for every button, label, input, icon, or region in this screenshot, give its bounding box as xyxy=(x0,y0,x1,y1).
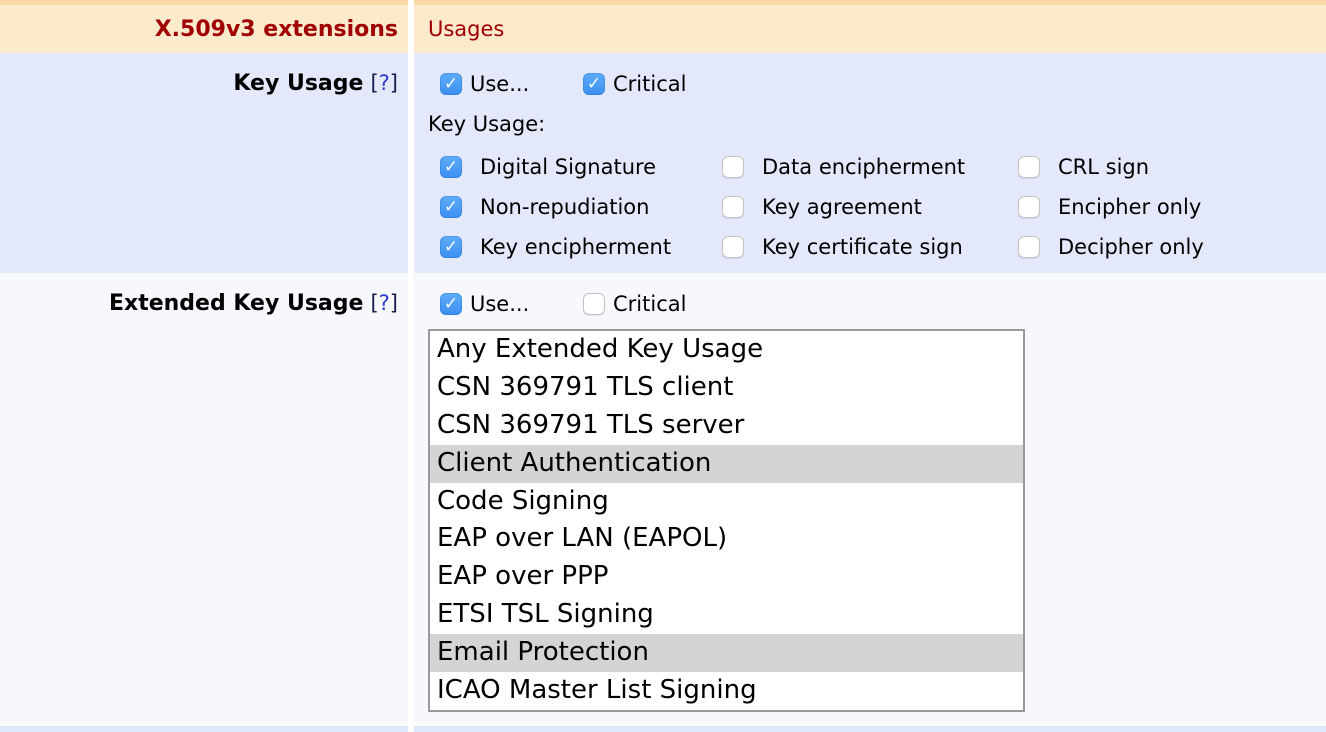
listbox-option-eap-over-ppp[interactable]: EAP over PPP xyxy=(430,558,1023,596)
key-certificate-sign-label: Key certificate sign xyxy=(762,235,963,259)
usages-title: Usages xyxy=(428,17,504,41)
key-usage-option: Key encipherment xyxy=(440,235,722,259)
help-question-icon: ? xyxy=(379,71,390,95)
extended-key-usage-use-group: Use... xyxy=(440,292,583,316)
key-encipherment-checkbox[interactable] xyxy=(440,236,462,258)
key-usage-option: Key agreement xyxy=(722,195,1018,219)
next-row-right xyxy=(414,726,1326,732)
next-row-peek xyxy=(0,726,1326,732)
listbox-option-eap-over-lan[interactable]: EAP over LAN (EAPOL) xyxy=(430,520,1023,558)
extended-key-usage-row: Extended Key Usage [?] Use... Critical A… xyxy=(0,273,1326,723)
encipher-only-label: Encipher only xyxy=(1058,195,1201,219)
listbox-option-any-extended-key-usage[interactable]: Any Extended Key Usage xyxy=(430,331,1023,369)
listbox-option-csn-369791-tls-server[interactable]: CSN 369791 TLS server xyxy=(430,407,1023,445)
section-title: X.509v3 extensions xyxy=(155,17,398,42)
listbox-option-etsi-tsl-signing[interactable]: ETSI TSL Signing xyxy=(430,596,1023,634)
key-agreement-checkbox[interactable] xyxy=(722,196,744,218)
extended-key-usage-use-checkbox[interactable] xyxy=(440,293,462,315)
key-usage-option: Decipher only xyxy=(1018,235,1326,259)
key-usage-content-cell: Use... Critical Key Usage: Digital Signa… xyxy=(414,53,1326,273)
listbox-option-csn-369791-tls-client[interactable]: CSN 369791 TLS client xyxy=(430,369,1023,407)
decipher-only-checkbox[interactable] xyxy=(1018,236,1040,258)
extended-key-usage-toggle-line: Use... Critical xyxy=(440,289,1326,319)
crl-sign-label: CRL sign xyxy=(1058,155,1149,179)
key-usage-critical-checkbox[interactable] xyxy=(583,73,605,95)
section-header-left-cell: X.509v3 extensions xyxy=(0,5,408,53)
key-usage-use-checkbox[interactable] xyxy=(440,73,462,95)
key-usage-option: Encipher only xyxy=(1018,195,1326,219)
next-row-left xyxy=(0,726,408,732)
key-usage-critical-label: Critical xyxy=(613,72,686,96)
key-encipherment-label: Key encipherment xyxy=(480,235,671,259)
extended-key-usage-critical-label: Critical xyxy=(613,292,686,316)
key-usage-group-title: Key Usage: xyxy=(428,109,1326,139)
extended-key-usage-label: Extended Key Usage xyxy=(109,291,363,316)
key-usage-label: Key Usage xyxy=(233,71,363,96)
digital-signature-label: Digital Signature xyxy=(480,155,656,179)
section-header-row: X.509v3 extensions Usages xyxy=(0,5,1326,53)
help-bracket-open: [ xyxy=(370,291,378,315)
section-header-right-cell: Usages xyxy=(414,5,1326,53)
extended-key-usage-use-label: Use... xyxy=(470,292,529,316)
key-usage-use-group: Use... xyxy=(440,72,583,96)
decipher-only-label: Decipher only xyxy=(1058,235,1204,259)
extended-key-usage-critical-group: Critical xyxy=(583,292,686,316)
key-usage-options-grid: Digital Signature Data encipherment CRL … xyxy=(440,147,1326,267)
extended-key-usage-label-cell: Extended Key Usage [?] xyxy=(0,273,408,723)
help-bracket-close: ] xyxy=(390,71,398,95)
key-usage-option: Digital Signature xyxy=(440,155,722,179)
digital-signature-checkbox[interactable] xyxy=(440,156,462,178)
help-question-icon: ? xyxy=(379,291,390,315)
non-repudiation-checkbox[interactable] xyxy=(440,196,462,218)
extended-key-usage-listbox[interactable]: Any Extended Key Usage CSN 369791 TLS cl… xyxy=(428,329,1025,712)
key-usage-label-cell: Key Usage [?] xyxy=(0,53,408,273)
help-bracket-close: ] xyxy=(390,291,398,315)
key-usage-toggle-line: Use... Critical xyxy=(440,69,1326,99)
key-usage-option: Non-repudiation xyxy=(440,195,722,219)
key-usage-use-label: Use... xyxy=(470,72,529,96)
key-agreement-label: Key agreement xyxy=(762,195,922,219)
non-repudiation-label: Non-repudiation xyxy=(480,195,649,219)
key-usage-option: Data encipherment xyxy=(722,155,1018,179)
help-bracket-open: [ xyxy=(370,71,378,95)
listbox-option-code-signing[interactable]: Code Signing xyxy=(430,483,1023,521)
extended-key-usage-content-cell: Use... Critical Any Extended Key Usage C… xyxy=(414,273,1326,723)
extended-key-usage-critical-checkbox[interactable] xyxy=(583,293,605,315)
encipher-only-checkbox[interactable] xyxy=(1018,196,1040,218)
crl-sign-checkbox[interactable] xyxy=(1018,156,1040,178)
listbox-option-client-authentication[interactable]: Client Authentication xyxy=(430,445,1023,483)
extended-key-usage-help-link[interactable]: [?] xyxy=(370,291,398,315)
data-encipherment-label: Data encipherment xyxy=(762,155,965,179)
data-encipherment-checkbox[interactable] xyxy=(722,156,744,178)
key-usage-option: CRL sign xyxy=(1018,155,1326,179)
listbox-option-icao-master-list-signing[interactable]: ICAO Master List Signing xyxy=(430,672,1023,710)
key-usage-row: Key Usage [?] Use... Critical Key Usage:… xyxy=(0,53,1326,273)
key-usage-critical-group: Critical xyxy=(583,72,686,96)
listbox-option-email-protection[interactable]: Email Protection xyxy=(430,634,1023,672)
key-certificate-sign-checkbox[interactable] xyxy=(722,236,744,258)
key-usage-option: Key certificate sign xyxy=(722,235,1018,259)
key-usage-help-link[interactable]: [?] xyxy=(370,71,398,95)
